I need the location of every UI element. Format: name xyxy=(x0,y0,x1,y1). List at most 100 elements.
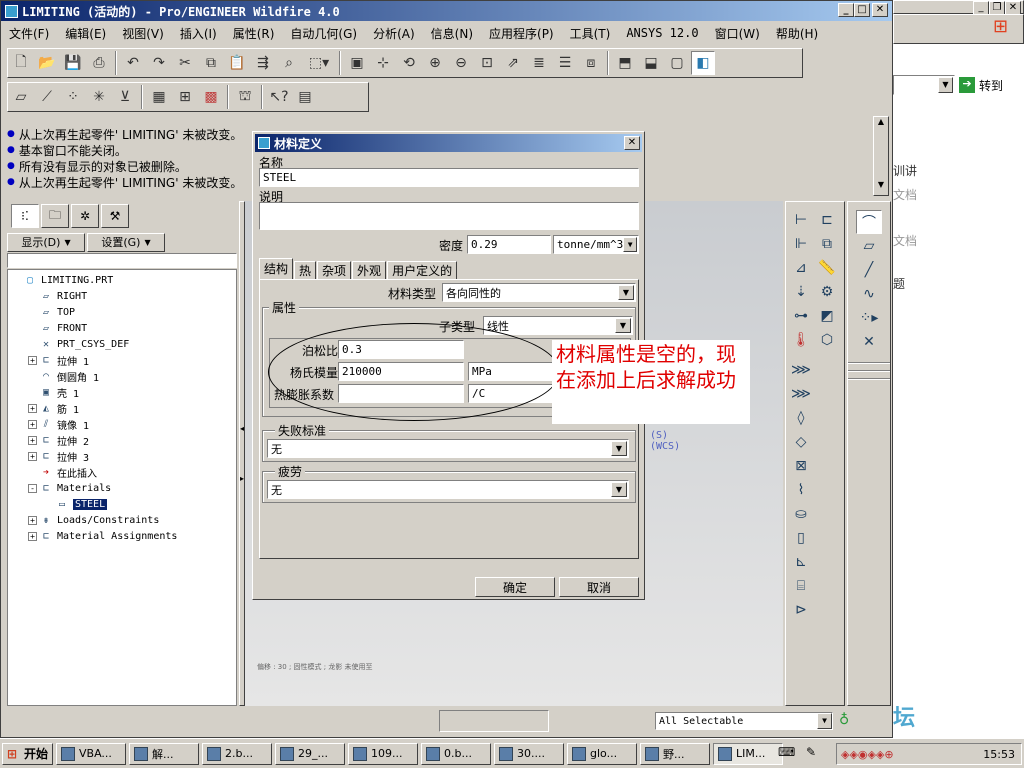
expand-right-icon[interactable]: ▸ xyxy=(240,474,244,483)
beam-icon[interactable]: ◇ xyxy=(788,430,814,454)
shell-pair-icon[interactable]: ◊ xyxy=(788,406,814,430)
tree-item[interactable]: + ⇟ Loads/Constraints xyxy=(8,512,236,528)
taskbar-button[interactable]: 2.b... xyxy=(202,742,273,765)
thermal-expansion-input[interactable] xyxy=(338,384,464,403)
menu-ansys[interactable]: ANSYS 12.0 xyxy=(618,26,706,40)
expand-toggle-icon[interactable]: + xyxy=(28,515,37,525)
constraint-icon[interactable]: ⊏ xyxy=(814,208,840,232)
menu-applications[interactable]: 应用程序(P) xyxy=(481,25,562,42)
tree-item[interactable]: - ⊏ Materials xyxy=(8,480,236,496)
menu-analysis[interactable]: 分析(A) xyxy=(365,25,423,42)
spin-center-icon[interactable]: ⊹ xyxy=(371,51,395,75)
hidden-line-icon[interactable]: ⬓ xyxy=(639,51,663,75)
tree-item[interactable]: ✕ PRT_CSYS_DEF xyxy=(8,336,236,352)
tree-item[interactable]: + ◭ 筋 1 xyxy=(8,400,236,416)
scroll-down-icon[interactable]: ▼ xyxy=(874,180,888,195)
weight-icon[interactable]: ⛀ xyxy=(788,502,814,526)
tab-appearance[interactable]: 外观 xyxy=(352,260,387,280)
taskbar-button[interactable]: 野... xyxy=(640,742,711,765)
truss-icon[interactable]: ⊠ xyxy=(788,454,814,478)
menu-help[interactable]: 帮助(H) xyxy=(768,25,826,42)
mass-icon[interactable]: ⬡ xyxy=(814,328,840,352)
menu-autogeom[interactable]: 自动几何(G) xyxy=(282,25,365,42)
goto-button[interactable]: ➔ 转到 xyxy=(959,75,1003,95)
ball-constraint-icon[interactable]: ⊿ xyxy=(788,256,814,280)
expand-toggle-icon[interactable]: + xyxy=(28,403,37,413)
datum-csys-icon[interactable]: ⊻ xyxy=(113,85,137,109)
selection-filter-select[interactable]: All Selectable ▼ xyxy=(655,712,833,730)
expand-toggle-icon[interactable]: + xyxy=(28,355,37,365)
redo-icon[interactable]: ↷ xyxy=(147,51,171,75)
tree-item[interactable]: + ⊏ Material Assignments xyxy=(8,528,236,544)
bg-minimize-button[interactable]: _ xyxy=(973,1,989,15)
save-icon[interactable]: 💾 xyxy=(61,51,85,75)
surface-region-icon[interactable]: ⊾ xyxy=(788,550,814,574)
pin-constraint-icon[interactable]: ⊩ xyxy=(788,232,814,256)
favorites-tab-icon[interactable]: ✲ xyxy=(71,204,99,228)
paste-icon[interactable]: 📋 xyxy=(225,51,249,75)
subtype-select[interactable]: 线性 ▼ xyxy=(483,316,633,335)
tree-item[interactable]: ▱ RIGHT xyxy=(8,288,236,304)
new-icon[interactable]: 🗋 xyxy=(9,51,33,75)
undo-icon[interactable]: ↶ xyxy=(121,51,145,75)
start-button[interactable]: ⊞ 开始 xyxy=(2,742,54,765)
rigid-link-icon[interactable]: ⊳ xyxy=(788,598,814,622)
side-axis-icon[interactable]: ╱ xyxy=(856,258,882,282)
tree-item[interactable]: ▱ FRONT xyxy=(8,320,236,336)
displacement-icon[interactable]: ⊢ xyxy=(788,208,814,232)
dialog-close-button[interactable]: ✕ xyxy=(624,136,640,150)
model-grid-icon[interactable]: ▦ xyxy=(147,85,171,109)
tree-item[interactable]: + ⊏ 拉伸 3 xyxy=(8,448,236,464)
whats-this-icon[interactable]: ↖? xyxy=(267,85,291,109)
bearing-icon[interactable]: ◩ xyxy=(814,304,840,328)
shaded-icon[interactable]: ◧ xyxy=(691,51,715,75)
hierarchy-icon[interactable]: ⊞ xyxy=(173,85,197,109)
spring-icon[interactable]: ⌇ xyxy=(788,478,814,502)
select-box-icon[interactable]: ⬚▾ xyxy=(303,51,335,75)
show-menu-button[interactable]: 显示(D) ▼ xyxy=(7,232,85,252)
scroll-up-icon[interactable]: ▲ xyxy=(874,117,888,132)
pen-icon[interactable]: ✎ xyxy=(806,745,816,759)
expand-toggle-icon[interactable]: - xyxy=(28,483,37,493)
gravity-icon[interactable]: ⋙ xyxy=(788,358,814,382)
young-modulus-unit[interactable]: MPa xyxy=(468,362,558,381)
datum-display-icon[interactable]: ⌒ xyxy=(856,210,882,234)
find-icon[interactable]: ⌕ xyxy=(277,51,301,75)
volume-region-icon[interactable]: ▯ xyxy=(788,526,814,550)
menu-view[interactable]: 视图(V) xyxy=(114,25,172,42)
tree-item[interactable]: + ⫽ 镜像 1 xyxy=(8,416,236,432)
connections-tab-icon[interactable]: ⚒ xyxy=(101,204,129,228)
side-point-icon[interactable]: ⁘▸ xyxy=(856,306,882,330)
info-list-icon[interactable]: ▤ xyxy=(293,85,317,109)
expand-toggle-icon[interactable]: + xyxy=(28,435,37,445)
message-scrollbar[interactable]: ▲ ▼ xyxy=(873,116,889,196)
tree-item[interactable]: ▢ LIMITING.PRT xyxy=(8,272,236,288)
centrifugal-icon[interactable]: ⋙ xyxy=(788,382,814,406)
bg-close-button[interactable]: ✕ xyxy=(1005,1,1021,15)
maximize-button[interactable]: □ xyxy=(854,3,870,17)
tab-misc[interactable]: 杂项 xyxy=(317,260,352,280)
minimize-button[interactable]: _ xyxy=(838,3,854,17)
poisson-input[interactable]: 0.3 xyxy=(338,340,464,359)
tree-item[interactable]: ▣ 壳 1 xyxy=(8,384,236,400)
tray-icons[interactable]: ◈◈◉◈◈⊕ xyxy=(841,748,894,761)
menu-properties[interactable]: 属性(R) xyxy=(225,25,283,42)
refit-icon[interactable]: ⊡ xyxy=(475,51,499,75)
side-curve-icon[interactable]: ∿ xyxy=(856,282,882,306)
expand-toggle-icon[interactable]: + xyxy=(28,451,37,461)
menu-file[interactable]: 文件(F) xyxy=(1,25,57,42)
ruler-icon[interactable]: 📏 xyxy=(814,256,840,280)
weld-icon[interactable]: ⌸ xyxy=(788,574,814,598)
menu-window[interactable]: 窗口(W) xyxy=(707,25,768,42)
tab-thermal[interactable]: 热 xyxy=(294,260,317,280)
cut-icon[interactable]: ✂ xyxy=(173,51,197,75)
collapse-left-icon[interactable]: ◂ xyxy=(240,424,244,433)
settings-menu-button[interactable]: 设置(G) ▼ xyxy=(87,232,165,252)
saved-views-icon[interactable]: ⇗ xyxy=(501,51,525,75)
datum-point-icon[interactable]: ⁘ xyxy=(61,85,85,109)
traffic-light-icon[interactable]: ♁ xyxy=(839,712,849,728)
menu-edit[interactable]: 编辑(E) xyxy=(57,25,114,42)
taskbar-button[interactable]: 30.... xyxy=(494,742,565,765)
taskbar-button[interactable]: 109... xyxy=(348,742,419,765)
tree-filter-field[interactable] xyxy=(7,253,237,268)
